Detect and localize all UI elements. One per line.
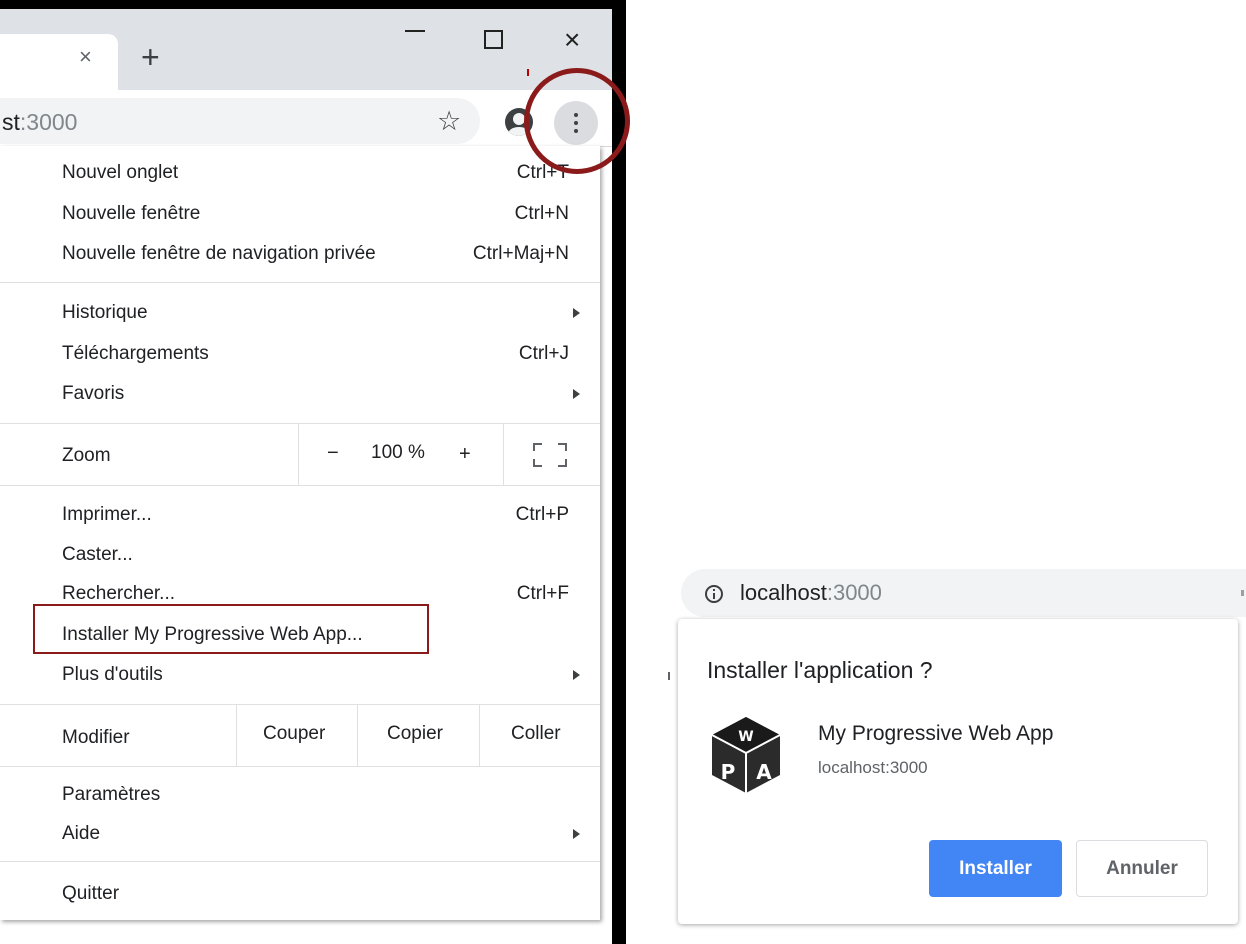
menu-item-settings[interactable]: Paramètres: [62, 784, 160, 806]
zoom-in-button[interactable]: +: [459, 443, 471, 465]
menu-item-install[interactable]: Installer My Progressive Web App...: [62, 624, 363, 646]
tab-close-icon[interactable]: ×: [79, 46, 92, 68]
edit-divider: [357, 704, 358, 766]
profile-shoulders: [508, 127, 530, 136]
address-port: :3000: [19, 109, 78, 135]
menu-item-edit: Modifier: [62, 727, 130, 748]
menu-separator: [0, 485, 600, 486]
browser-tab[interactable]: [0, 34, 118, 90]
copy-button[interactable]: Copier: [387, 723, 443, 745]
profile-icon[interactable]: [505, 108, 533, 136]
submenu-arrow-icon: [573, 829, 580, 839]
menu-separator: [0, 282, 600, 283]
menu-separator: [0, 704, 600, 705]
dialog-title: Installer l'application ?: [707, 657, 933, 683]
menu-item-new-tab[interactable]: Nouvel onglet: [62, 162, 178, 184]
edit-divider: [479, 704, 480, 766]
app-name: My Progressive Web App: [818, 722, 1054, 745]
browser-window: × + × st:3000 ☆ Nouvel onglet Ctrl+T Nou…: [0, 0, 614, 944]
profile-head: [513, 113, 525, 125]
zoom-divider: [503, 423, 504, 485]
fullscreen-corner: [533, 459, 542, 467]
top-border: [0, 0, 612, 9]
shortcut-new-tab: Ctrl+T: [516, 162, 569, 183]
install-address-text: localhost:3000: [740, 580, 882, 606]
window-close-icon[interactable]: ×: [564, 26, 580, 54]
cut-button[interactable]: Couper: [263, 723, 325, 745]
kebab-dot: [574, 121, 578, 125]
menu-item-bookmarks[interactable]: Favoris: [62, 383, 124, 405]
edge-mark: [668, 672, 670, 680]
menu-item-more-tools[interactable]: Plus d'outils: [62, 664, 163, 686]
maximize-icon[interactable]: [484, 30, 503, 49]
fullscreen-corner: [558, 459, 567, 467]
fullscreen-icon[interactable]: [533, 443, 567, 467]
submenu-arrow-icon: [573, 308, 580, 318]
star-icon[interactable]: ☆: [437, 106, 461, 136]
cancel-button[interactable]: Annuler: [1076, 840, 1208, 897]
new-tab-icon[interactable]: +: [141, 40, 160, 74]
menu-separator: [0, 423, 600, 424]
submenu-arrow-icon: [573, 670, 580, 680]
zoom-out-button[interactable]: −: [327, 442, 339, 464]
address-text: st:3000: [2, 109, 77, 136]
logo-letter-a: A: [756, 760, 772, 784]
address-host: st: [2, 109, 20, 135]
menu-item-downloads[interactable]: Téléchargements: [62, 343, 209, 365]
menu-item-quit[interactable]: Quitter: [62, 883, 119, 905]
menu-item-history[interactable]: Historique: [62, 302, 148, 324]
fullscreen-corner: [533, 443, 542, 451]
menu-item-print[interactable]: Imprimer...: [62, 504, 152, 526]
install-button[interactable]: Installer: [929, 840, 1062, 897]
install-address-host: localhost: [740, 580, 827, 605]
logo-letter-p: P: [721, 760, 736, 784]
window-edge: [612, 0, 626, 944]
menu-item-help[interactable]: Aide: [62, 823, 100, 845]
kebab-dot: [574, 129, 578, 133]
menu-item-new-window[interactable]: Nouvelle fenêtre: [62, 203, 200, 225]
logo-letter-w: W: [738, 729, 753, 745]
annotation-mark: [527, 69, 529, 76]
more-menu-icon[interactable]: [554, 101, 598, 145]
app-host: localhost:3000: [818, 758, 928, 777]
menu-item-zoom: Zoom: [62, 445, 111, 466]
fullscreen-corner: [558, 443, 567, 451]
menu-item-cast[interactable]: Caster...: [62, 544, 133, 566]
install-address-port: :3000: [826, 580, 882, 605]
zoom-value: 100 %: [371, 442, 425, 463]
kebab-dot: [574, 113, 578, 117]
pwa-logo-icon: W P A: [711, 717, 781, 793]
shortcut-print: Ctrl+P: [515, 504, 569, 525]
paste-button[interactable]: Coller: [511, 723, 561, 745]
address-bar-edge: [1241, 590, 1244, 596]
shortcut-new-window: Ctrl+N: [514, 203, 569, 224]
submenu-arrow-icon: [573, 389, 580, 399]
shortcut-downloads: Ctrl+J: [518, 343, 569, 364]
menu-item-find[interactable]: Rechercher...: [62, 583, 175, 605]
menu-separator: [0, 861, 600, 862]
menu-separator: [0, 766, 600, 767]
shortcut-find: Ctrl+F: [516, 583, 569, 604]
shortcut-private-window: Ctrl+Maj+N: [472, 243, 569, 264]
zoom-divider: [298, 423, 299, 485]
minimize-icon[interactable]: [405, 30, 425, 32]
edit-divider: [236, 704, 237, 766]
info-icon[interactable]: [705, 585, 723, 603]
menu-item-private-window[interactable]: Nouvelle fenêtre de navigation privée: [62, 243, 376, 265]
